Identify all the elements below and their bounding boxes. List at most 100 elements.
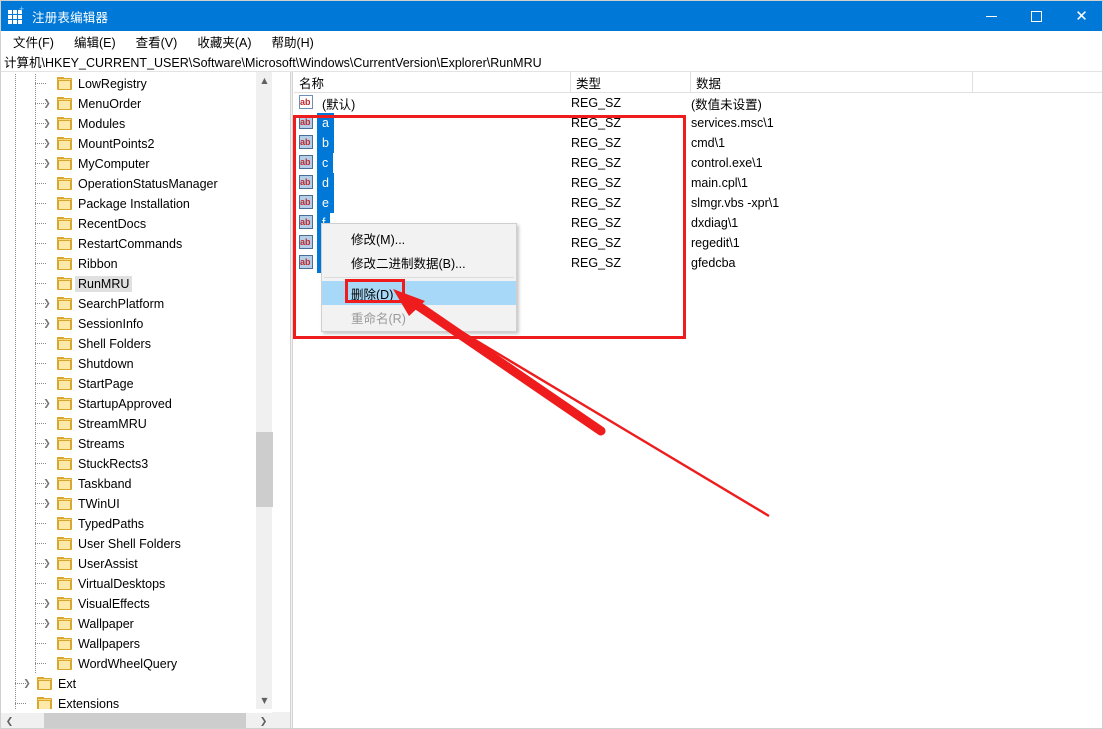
tree-item-label: UserAssist [78,557,138,571]
ctx-delete[interactable]: 删除(D) [322,281,516,305]
menu-favorites[interactable]: 收藏夹(A) [188,30,260,53]
minimize-button[interactable] [969,1,1014,31]
chevron-right-icon[interactable]: ❯ [41,434,53,454]
tree-item-menuorder[interactable]: ❯ MenuOrder [1,94,272,114]
tree-item-label: RecentDocs [78,217,147,231]
table-row[interactable]: ab b REG_SZ cmd\1 [294,133,1102,153]
column-name[interactable]: 名称 [294,72,571,93]
tree-item-package-installation[interactable]: Package Installation [1,194,272,214]
tree-item-operationstatusmanager[interactable]: OperationStatusManager [1,174,272,194]
tree-item-label: TypedPaths [78,517,145,531]
chevron-right-icon[interactable]: ❯ [41,154,53,174]
scroll-down-icon[interactable]: ▼ [256,692,273,709]
tree-item-startupapproved[interactable]: ❯ StartupApproved [1,394,272,414]
table-row[interactable]: ab d REG_SZ main.cpl\1 [294,173,1102,193]
column-type[interactable]: 类型 [571,72,691,93]
chevron-right-icon[interactable]: ❯ [41,94,53,114]
tree-item-user-shell-folders[interactable]: User Shell Folders [1,534,272,554]
tree-item-recentdocs[interactable]: RecentDocs [1,214,272,234]
folder-icon [57,377,73,391]
ctx-modify-binary[interactable]: 修改二进制数据(B)... [322,250,516,274]
value-name: (默认) [322,97,356,112]
chevron-right-icon[interactable]: ❯ [41,594,53,614]
scroll-left-icon[interactable]: ❮ [1,713,18,728]
tree-item-mountpoints2[interactable]: ❯ MountPoints2 [1,134,272,154]
tree-item-wallpapers[interactable]: Wallpapers [1,634,272,654]
folder-icon [37,677,53,691]
tree-item-shutdown[interactable]: Shutdown [1,354,272,374]
tree-item-wordwheelquery[interactable]: WordWheelQuery [1,654,272,674]
tree-item-startpage[interactable]: StartPage [1,374,272,394]
tree-item-twinui[interactable]: ❯ TWinUI [1,494,272,514]
tree-item-wallpaper[interactable]: ❯ Wallpaper [1,614,272,634]
menu-bar: 文件(F) 编辑(E) 查看(V) 收藏夹(A) 帮助(H) [1,30,1102,53]
tree-item-searchplatform[interactable]: ❯ SearchPlatform [1,294,272,314]
registry-tree-panel: LowRegistry ❯ MenuOrder ❯ Modules ❯ MountPoint… [1,72,290,728]
chevron-right-icon[interactable]: ❯ [41,114,53,134]
scroll-up-icon[interactable]: ▲ [256,72,273,89]
table-row[interactable]: ab a REG_SZ services.msc\1 [294,113,1102,133]
scroll-right-icon[interactable]: ❯ [255,713,272,728]
tree-horizontal-scrollbar[interactable]: ❮ ❯ [1,712,272,728]
table-row[interactable]: ab c REG_SZ control.exe\1 [294,153,1102,173]
tree-vscroll-thumb[interactable] [256,432,273,507]
chevron-right-icon[interactable]: ❯ [41,614,53,634]
tree-item-streammru[interactable]: StreamMRU [1,414,272,434]
tree-item-modules[interactable]: ❯ Modules [1,114,272,134]
table-row[interactable]: ab (默认) REG_SZ (数值未设置) [294,93,1102,113]
chevron-right-icon[interactable]: ❯ [41,474,53,494]
string-value-icon: ab [298,155,314,170]
tree-item-label: VirtualDesktops [78,577,166,591]
menu-edit[interactable]: 编辑(E) [65,30,125,53]
chevron-right-icon[interactable]: ❯ [41,134,53,154]
value-name: d [317,173,334,193]
tree-hscroll-thumb[interactable] [44,713,246,728]
registry-tree[interactable]: LowRegistry ❯ MenuOrder ❯ Modules ❯ MountPoint… [1,72,272,709]
ctx-rename[interactable]: 重命名(R) [322,305,516,329]
menu-file[interactable]: 文件(F) [4,30,63,53]
address-bar[interactable]: 计算机\HKEY_CURRENT_USER\Software\Microsoft… [1,52,1102,72]
tree-item-stuckrects3[interactable]: StuckRects3 [1,454,272,474]
tree-vertical-scrollbar[interactable]: ▲ ▼ [255,72,273,709]
chevron-right-icon[interactable]: ❯ [41,294,53,314]
tree-item-typedpaths[interactable]: TypedPaths [1,514,272,534]
ctx-modify[interactable]: 修改(M)... [322,226,516,250]
close-button[interactable]: ✕ [1059,1,1102,31]
folder-icon [57,157,73,171]
column-data[interactable]: 数据 [691,72,973,93]
folder-icon [37,697,53,709]
tree-item-shell-folders[interactable]: Shell Folders [1,334,272,354]
folder-icon [57,597,73,611]
tree-item-lowregistry[interactable]: LowRegistry [1,74,272,94]
menu-view[interactable]: 查看(V) [127,30,187,53]
title-bar[interactable]: + 注册表编辑器 ✕ [1,1,1102,31]
panel-splitter[interactable] [290,72,293,728]
tree-item-restartcommands[interactable]: RestartCommands [1,234,272,254]
tree-item-ext[interactable]: ❯ Ext [1,674,272,694]
tree-item-streams[interactable]: ❯ Streams [1,434,272,454]
column-extra[interactable] [973,72,1102,93]
menu-help[interactable]: 帮助(H) [262,30,322,53]
maximize-button[interactable] [1014,1,1059,31]
tree-item-label: Extensions [58,697,120,709]
chevron-right-icon[interactable]: ❯ [41,314,53,334]
value-data: slmgr.vbs -xpr\1 [691,196,780,210]
tree-item-ribbon[interactable]: Ribbon [1,254,272,274]
folder-icon [57,237,73,251]
tree-item-userassist[interactable]: ❯ UserAssist [1,554,272,574]
tree-item-label: StuckRects3 [78,457,149,471]
tree-item-runmru[interactable]: RunMRU [1,274,272,294]
chevron-right-icon[interactable]: ❯ [21,674,33,694]
string-value-icon: ab [298,115,314,130]
tree-item-extensions[interactable]: Extensions [1,694,272,709]
tree-item-mycomputer[interactable]: ❯ MyComputer [1,154,272,174]
chevron-right-icon[interactable]: ❯ [41,554,53,574]
chevron-right-icon[interactable]: ❯ [41,394,53,414]
tree-item-visualeffects[interactable]: ❯ VisualEffects [1,594,272,614]
tree-item-label: MenuOrder [78,97,142,111]
tree-item-virtualdesktops[interactable]: VirtualDesktops [1,574,272,594]
tree-item-sessioninfo[interactable]: ❯ SessionInfo [1,314,272,334]
tree-item-taskband[interactable]: ❯ Taskband [1,474,272,494]
chevron-right-icon[interactable]: ❯ [41,494,53,514]
table-row[interactable]: ab e REG_SZ slmgr.vbs -xpr\1 [294,193,1102,213]
